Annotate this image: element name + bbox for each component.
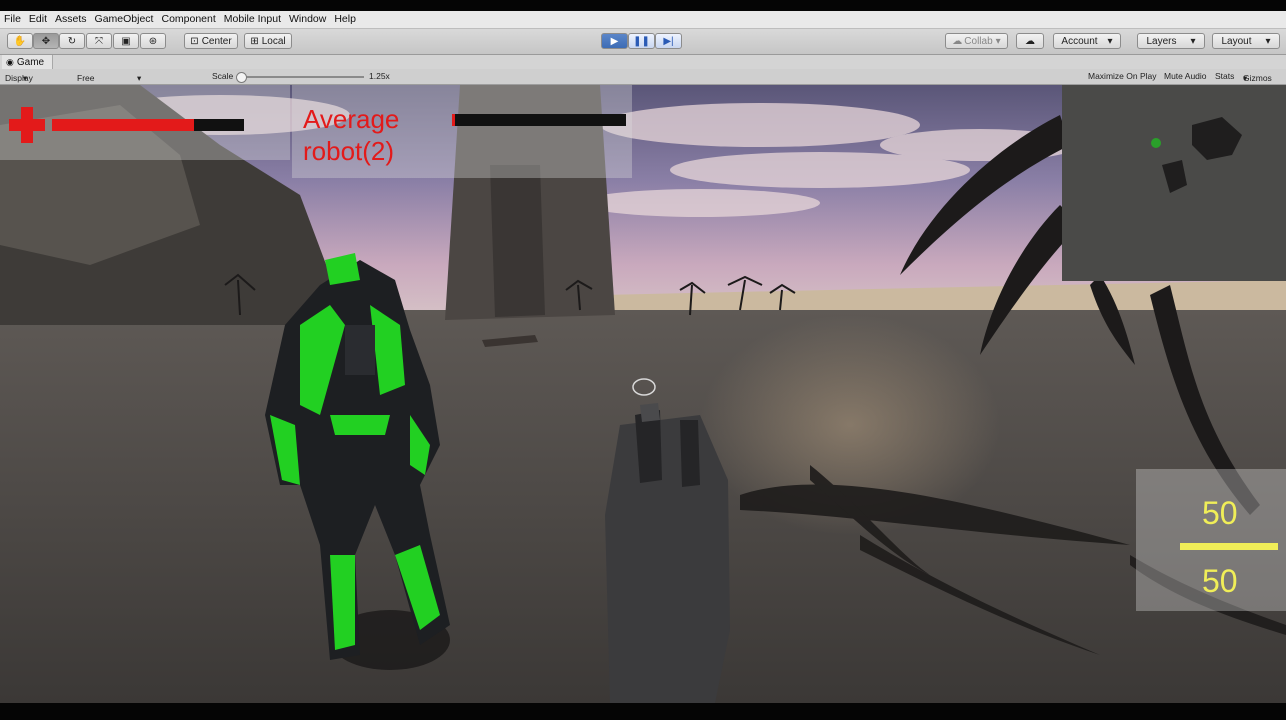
scale-icon: ⤧ bbox=[95, 35, 103, 47]
pause-button[interactable]: ❚❚ bbox=[628, 33, 655, 49]
step-icon: ▶| bbox=[663, 35, 674, 47]
stats-toggle[interactable]: Stats bbox=[1215, 71, 1234, 81]
menu-component[interactable]: Component bbox=[157, 11, 219, 28]
chevron-down-icon: ▾ bbox=[137, 73, 142, 83]
ammo-divider bbox=[1180, 543, 1278, 550]
move-icon: ✥ bbox=[41, 35, 51, 47]
chevron-down-icon: ▾ bbox=[1107, 35, 1113, 47]
transform-tool-button[interactable]: ⊛ bbox=[140, 33, 166, 49]
transform-icon: ⊛ bbox=[148, 35, 158, 47]
chevron-down-icon: ▾ bbox=[1265, 35, 1271, 47]
minimap-palm bbox=[1192, 117, 1242, 160]
layout-dropdown[interactable]: Layout ▾ bbox=[1212, 33, 1280, 49]
rotate-icon: ↻ bbox=[67, 35, 77, 47]
scale-label: Scale bbox=[212, 71, 234, 81]
rect-icon: ▣ bbox=[121, 35, 131, 47]
mute-audio-toggle[interactable]: Mute Audio bbox=[1164, 71, 1207, 81]
menu-gameobject[interactable]: GameObject bbox=[91, 11, 158, 28]
player-weapon bbox=[605, 403, 730, 703]
collab-icon: ☁ bbox=[952, 35, 963, 47]
game-viewport[interactable]: Average robot(2) 50 50 bbox=[0, 85, 1286, 703]
rock-tower-shadow bbox=[490, 165, 545, 317]
game-tab-bar: ◉ Game bbox=[0, 55, 1286, 69]
cloud-icon: ☁ bbox=[1025, 35, 1035, 47]
local-icon: ⊞ bbox=[250, 35, 259, 47]
game-controller-icon: ◉ bbox=[6, 56, 14, 67]
letterbox-top bbox=[0, 0, 1286, 11]
toolbar: ✋ ✥ ↻ ⤧ ▣ ⊛ ⊡ Center ⊞ Local ▶ ❚❚ ▶| ☁ Coll… bbox=[0, 29, 1286, 55]
play-icon: ▶ bbox=[610, 35, 619, 47]
letterbox-bottom bbox=[0, 703, 1286, 720]
scale-tool-button[interactable]: ⤧ bbox=[86, 33, 112, 49]
player-health-fill bbox=[52, 119, 195, 131]
chevron-down-icon: ▾ bbox=[995, 35, 1001, 47]
layers-dropdown[interactable]: Layers ▾ bbox=[1137, 33, 1205, 49]
ammo-current: 50 bbox=[1202, 495, 1238, 531]
minimap bbox=[1062, 85, 1286, 281]
account-dropdown[interactable]: Account ▾ bbox=[1053, 33, 1121, 49]
minimap-scene bbox=[1151, 117, 1242, 193]
hand-tool-button[interactable]: ✋ bbox=[7, 33, 33, 49]
pivot-local-button[interactable]: ⊞ Local bbox=[244, 33, 292, 49]
scale-slider[interactable] bbox=[236, 72, 364, 83]
scale-value: 1.25x bbox=[369, 71, 390, 81]
enemy-health-bar bbox=[452, 114, 626, 126]
chevron-down-icon: ▾ bbox=[23, 73, 28, 83]
menu-edit[interactable]: Edit bbox=[25, 11, 51, 28]
pivot-center-button[interactable]: ⊡ Center bbox=[184, 33, 238, 49]
player-health-bar bbox=[52, 119, 244, 131]
minimap-player-marker bbox=[1151, 138, 1161, 148]
rect-tool-button[interactable]: ▣ bbox=[113, 33, 139, 49]
minimap-rock bbox=[1162, 160, 1187, 193]
step-button[interactable]: ▶| bbox=[655, 33, 682, 49]
chevron-down-icon: ▾ bbox=[1243, 73, 1248, 83]
rotate-tool-button[interactable]: ↻ bbox=[59, 33, 85, 49]
play-button[interactable]: ▶ bbox=[601, 33, 628, 49]
cloud-button[interactable]: ☁ bbox=[1016, 33, 1044, 49]
menu-help[interactable]: Help bbox=[330, 11, 360, 28]
menu-file[interactable]: File bbox=[0, 11, 25, 28]
scale-slider-thumb[interactable] bbox=[236, 72, 247, 83]
enemy-name-line2: robot(2) bbox=[303, 136, 395, 166]
ammo-total: 50 bbox=[1202, 563, 1238, 599]
health-cross-icon bbox=[9, 107, 45, 143]
menu-mobile-input[interactable]: Mobile Input bbox=[220, 11, 285, 28]
hand-icon: ✋ bbox=[13, 35, 27, 47]
menu-bar: File Edit Assets GameObject Component Mo… bbox=[0, 11, 1286, 29]
menu-window[interactable]: Window bbox=[285, 11, 330, 28]
game-view-controls: Display 1 ▾ Free Aspect ▾ Scale 1.25x Ma… bbox=[0, 69, 1286, 93]
collab-dropdown[interactable]: ☁ Collab ▾ bbox=[945, 33, 1008, 49]
enemy-health-fill bbox=[452, 114, 456, 126]
move-tool-button[interactable]: ✥ bbox=[33, 33, 59, 49]
pivot-icon: ⊡ bbox=[190, 35, 199, 47]
enemy-name-line1: Average bbox=[303, 104, 400, 134]
maximize-on-play-toggle[interactable]: Maximize On Play bbox=[1088, 71, 1157, 81]
tab-game[interactable]: ◉ Game bbox=[2, 55, 54, 69]
chevron-down-icon: ▾ bbox=[1190, 35, 1196, 47]
menu-assets[interactable]: Assets bbox=[51, 11, 91, 28]
pause-icon: ❚❚ bbox=[633, 35, 650, 47]
